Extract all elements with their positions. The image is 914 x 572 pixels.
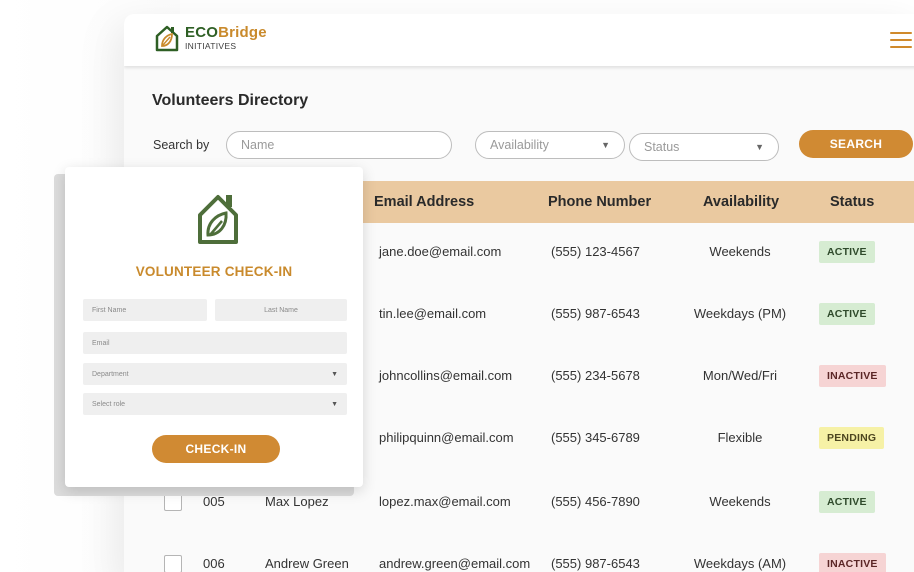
row-checkbox[interactable] bbox=[164, 555, 182, 572]
page-title: Volunteers Directory bbox=[152, 92, 309, 109]
row-email: lopez.max@email.com bbox=[379, 494, 511, 509]
row-email: andrew.green@email.com bbox=[379, 556, 531, 571]
row-availability: Flexible bbox=[717, 430, 763, 445]
row-email: johncollins@email.com bbox=[379, 368, 513, 383]
first-name-placeholder: First Name bbox=[92, 306, 127, 314]
name-search-input[interactable]: Name bbox=[226, 131, 452, 159]
checkin-button[interactable]: CHECK-IN bbox=[152, 435, 280, 463]
logo-brand-eco: ECO bbox=[185, 24, 219, 42]
top-bar: ECOBridge INITIATIVES bbox=[124, 14, 914, 66]
status-badge: PENDING bbox=[819, 427, 885, 449]
row-phone: (555) 234-5678 bbox=[551, 368, 640, 383]
status-badge: ACTIVE bbox=[819, 241, 875, 263]
logo-brand-bridge: Bridge bbox=[218, 24, 267, 42]
row-name: Andrew Green bbox=[265, 556, 349, 571]
chevron-down-icon: ▼ bbox=[331, 400, 338, 408]
row-phone: (555) 987-6543 bbox=[551, 306, 640, 321]
role-select[interactable]: Select role ▼ bbox=[83, 393, 347, 415]
row-email: jane.doe@email.com bbox=[379, 244, 502, 259]
row-availability: Weekdays (PM) bbox=[693, 306, 787, 321]
email-field[interactable]: Email bbox=[83, 332, 347, 354]
row-phone: (555) 987-6543 bbox=[551, 556, 640, 571]
status-select-value: Status bbox=[644, 140, 680, 154]
row-email: tin.lee@email.com bbox=[379, 306, 487, 321]
search-button[interactable]: SEARCH bbox=[799, 130, 913, 158]
table-row[interactable]: 006 Andrew Green andrew.green@email.com … bbox=[150, 533, 914, 572]
logo-house-leaf-icon bbox=[155, 25, 179, 52]
hamburger-menu-icon[interactable] bbox=[890, 32, 912, 48]
row-availability: Mon/Wed/Fri bbox=[702, 368, 778, 383]
search-by-label: Search by bbox=[153, 138, 210, 152]
department-select[interactable]: Department ▼ bbox=[83, 363, 347, 385]
email-placeholder: Email bbox=[92, 339, 110, 347]
status-select[interactable]: Status ▼ bbox=[629, 133, 779, 161]
row-name: Max Lopez bbox=[265, 494, 329, 509]
eco-bridge-logo[interactable]: ECOBridge INITIATIVES bbox=[154, 24, 267, 52]
availability-select[interactable]: Availability ▼ bbox=[475, 131, 625, 159]
role-placeholder: Select role bbox=[92, 400, 126, 408]
department-placeholder: Department bbox=[92, 370, 129, 378]
name-search-placeholder: Name bbox=[241, 138, 275, 152]
first-name-field[interactable]: First Name bbox=[83, 299, 207, 321]
column-header-email[interactable]: Email Address bbox=[374, 194, 474, 210]
row-id: 005 bbox=[203, 494, 225, 509]
logo-subtitle: INITIATIVES bbox=[185, 41, 237, 52]
row-email: philipquinn@email.com bbox=[379, 430, 514, 445]
column-header-status[interactable]: Status bbox=[830, 194, 874, 210]
last-name-placeholder: Last Name bbox=[264, 306, 298, 314]
chevron-down-icon: ▼ bbox=[755, 142, 764, 152]
volunteer-checkin-card: VOLUNTEER CHECK-IN First Name Last Name … bbox=[65, 167, 363, 487]
checkin-title: VOLUNTEER CHECK-IN bbox=[135, 264, 293, 279]
row-phone: (555) 456-7890 bbox=[551, 494, 640, 509]
row-phone: (555) 345-6789 bbox=[551, 430, 640, 445]
status-badge: ACTIVE bbox=[819, 491, 875, 513]
row-availability: Weekdays (AM) bbox=[693, 556, 787, 571]
column-header-availability[interactable]: Availability bbox=[703, 194, 779, 210]
eco-house-leaf-icon bbox=[198, 195, 238, 244]
availability-select-value: Availability bbox=[490, 138, 549, 152]
row-availability: Weekends bbox=[709, 494, 771, 509]
last-name-field[interactable]: Last Name bbox=[215, 299, 347, 321]
status-badge: INACTIVE bbox=[819, 553, 886, 572]
status-badge: INACTIVE bbox=[819, 365, 886, 387]
row-availability: Weekends bbox=[709, 244, 771, 259]
row-id: 006 bbox=[203, 556, 225, 571]
column-header-phone[interactable]: Phone Number bbox=[548, 194, 651, 210]
status-badge: ACTIVE bbox=[819, 303, 875, 325]
chevron-down-icon: ▼ bbox=[331, 370, 338, 378]
chevron-down-icon: ▼ bbox=[601, 140, 610, 150]
row-phone: (555) 123-4567 bbox=[551, 244, 640, 259]
